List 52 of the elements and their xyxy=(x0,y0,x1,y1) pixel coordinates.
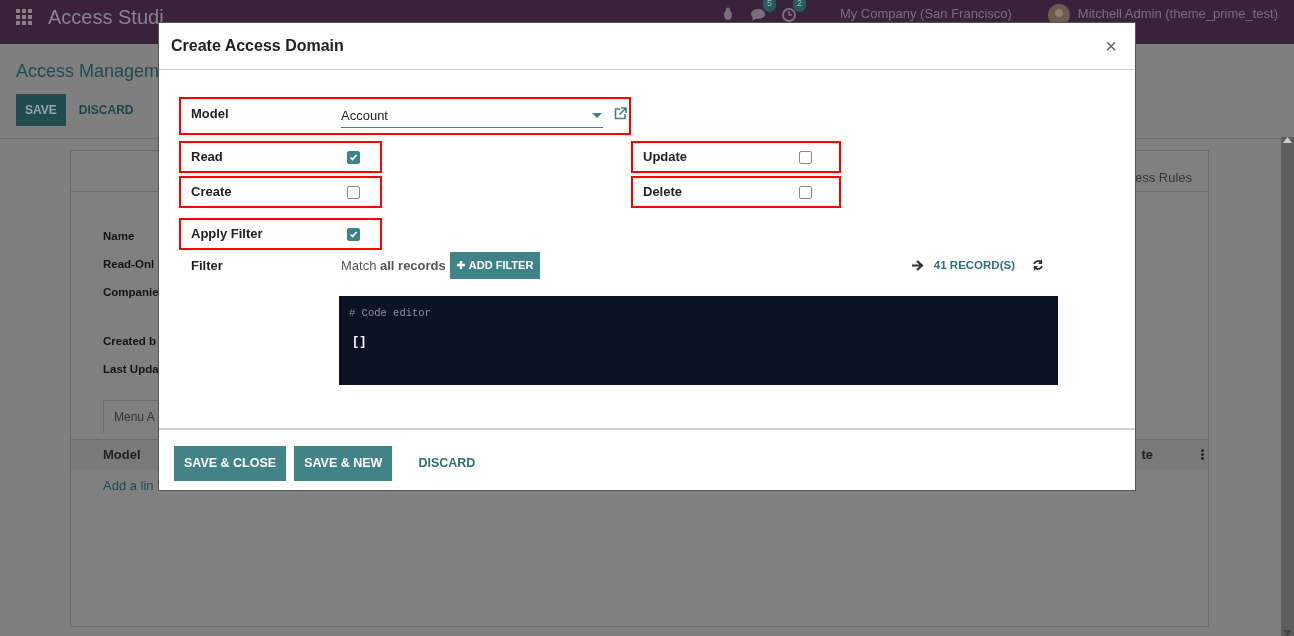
discard-button[interactable]: DISCARD xyxy=(408,446,486,481)
field-label: Companie xyxy=(103,285,159,300)
checkbox[interactable] xyxy=(347,185,360,199)
close-button[interactable]: × xyxy=(1099,36,1123,56)
discard-button[interactable]: DISCARD xyxy=(69,94,143,126)
records-link[interactable]: 41 RECORD(S) xyxy=(933,256,1015,274)
save-button[interactable]: SAVE & NEW xyxy=(294,446,393,481)
page-title: Access Managem xyxy=(16,60,160,83)
code-editor[interactable]: # Code editor [] xyxy=(339,295,1058,385)
field-label: Last Upda xyxy=(103,362,159,377)
model-field[interactable]: Account xyxy=(341,103,603,129)
field-label: Model xyxy=(191,105,230,124)
field-label: Filter xyxy=(191,256,224,275)
column-header: Model xyxy=(103,445,141,464)
save-button[interactable]: SAVE xyxy=(16,94,66,126)
refresh-icon[interactable] xyxy=(1032,259,1044,272)
field-label: Apply Filter xyxy=(191,225,264,244)
checkbox[interactable] xyxy=(799,150,812,164)
save-button[interactable]: SAVE & CLOSE xyxy=(174,446,287,481)
add-filter-button[interactable]: ADD FILTER xyxy=(449,252,541,279)
field-label: Read-Onl xyxy=(103,257,155,272)
tab[interactable]: ess Rules xyxy=(1134,167,1208,191)
match-text: Match all records xyxy=(341,256,446,275)
field-label: Create xyxy=(191,183,233,202)
clock-icon[interactable] xyxy=(781,7,796,22)
code-comment: # Code editor xyxy=(349,305,432,321)
dialog-title: Create Access Domain xyxy=(171,36,344,56)
code-text: [] xyxy=(351,334,368,352)
company-switcher[interactable]: My Company (San Francisco) xyxy=(839,4,1012,24)
more-options-icon[interactable] xyxy=(1201,449,1204,460)
arrow-right-icon xyxy=(911,259,924,271)
external-link-icon[interactable] xyxy=(614,106,627,120)
activities-count: 2 xyxy=(792,0,806,12)
user-menu[interactable]: Mitchell Admin (theme_prime_test) xyxy=(1077,4,1278,24)
bug-icon[interactable] xyxy=(721,7,734,21)
app-title: Access Studi xyxy=(48,7,164,27)
scroll-up-icon[interactable] xyxy=(1283,137,1292,143)
field-label: Read xyxy=(191,148,224,167)
field-label: Name xyxy=(103,229,135,244)
checkbox[interactable] xyxy=(347,150,360,164)
checkbox[interactable] xyxy=(799,185,812,199)
field-label: Delete xyxy=(643,183,684,202)
field-label: Created b xyxy=(103,334,157,349)
checkbox[interactable] xyxy=(347,227,360,241)
messages-count: 5 xyxy=(762,0,776,12)
plus-icon xyxy=(456,261,465,270)
dropdown-caret-icon[interactable] xyxy=(592,112,602,119)
scrollbar[interactable] xyxy=(1281,137,1294,636)
field-label: Update xyxy=(643,148,689,167)
column-header: te xyxy=(1141,445,1153,464)
apps-menu-icon[interactable] xyxy=(16,9,32,25)
chat-icon[interactable] xyxy=(749,7,766,22)
